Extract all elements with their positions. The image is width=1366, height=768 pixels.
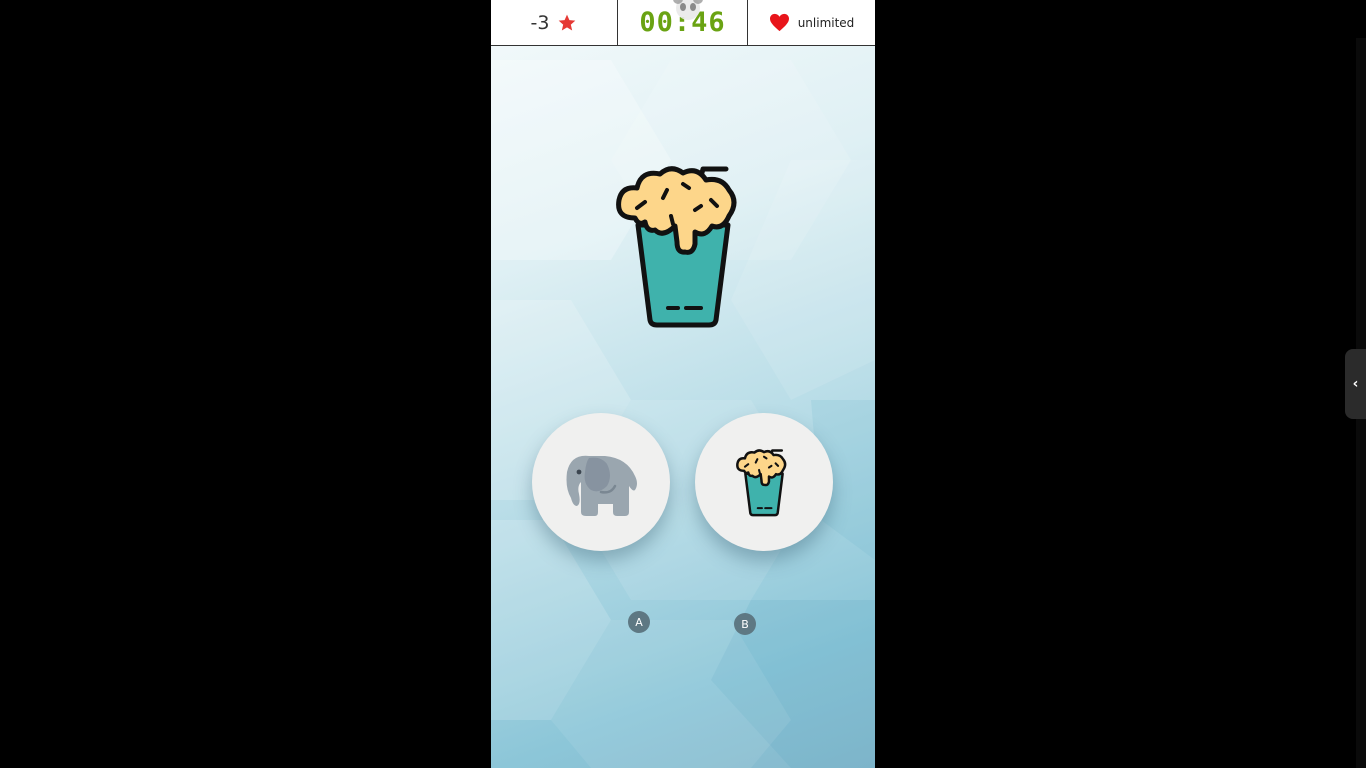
key-hint-a: A: [628, 611, 650, 633]
top-bar: -3 00:46 unlimited: [491, 0, 875, 46]
background-pattern: [491, 60, 875, 768]
star-icon: [559, 14, 576, 30]
choice-b-button[interactable]: [695, 413, 833, 551]
chevron-left-icon: ‹: [1352, 376, 1359, 392]
key-hint-b: B: [734, 613, 756, 635]
lives-display: unlimited: [748, 0, 875, 45]
score-value: -3: [530, 11, 550, 34]
heart-icon: [769, 13, 789, 32]
score-display: -3: [491, 0, 618, 45]
choice-a-button[interactable]: [532, 413, 670, 551]
timer-display: 00:46: [618, 0, 748, 45]
milkshake-icon: [736, 449, 787, 517]
lives-value: unlimited: [797, 15, 855, 30]
panda-mascot-icon: [673, 0, 703, 20]
milkshake-icon: [616, 166, 737, 328]
side-panel-toggle[interactable]: ‹: [1345, 349, 1366, 419]
elephant-icon: [566, 455, 637, 516]
game-area: -3 00:46 unlimited A B: [491, 0, 875, 768]
